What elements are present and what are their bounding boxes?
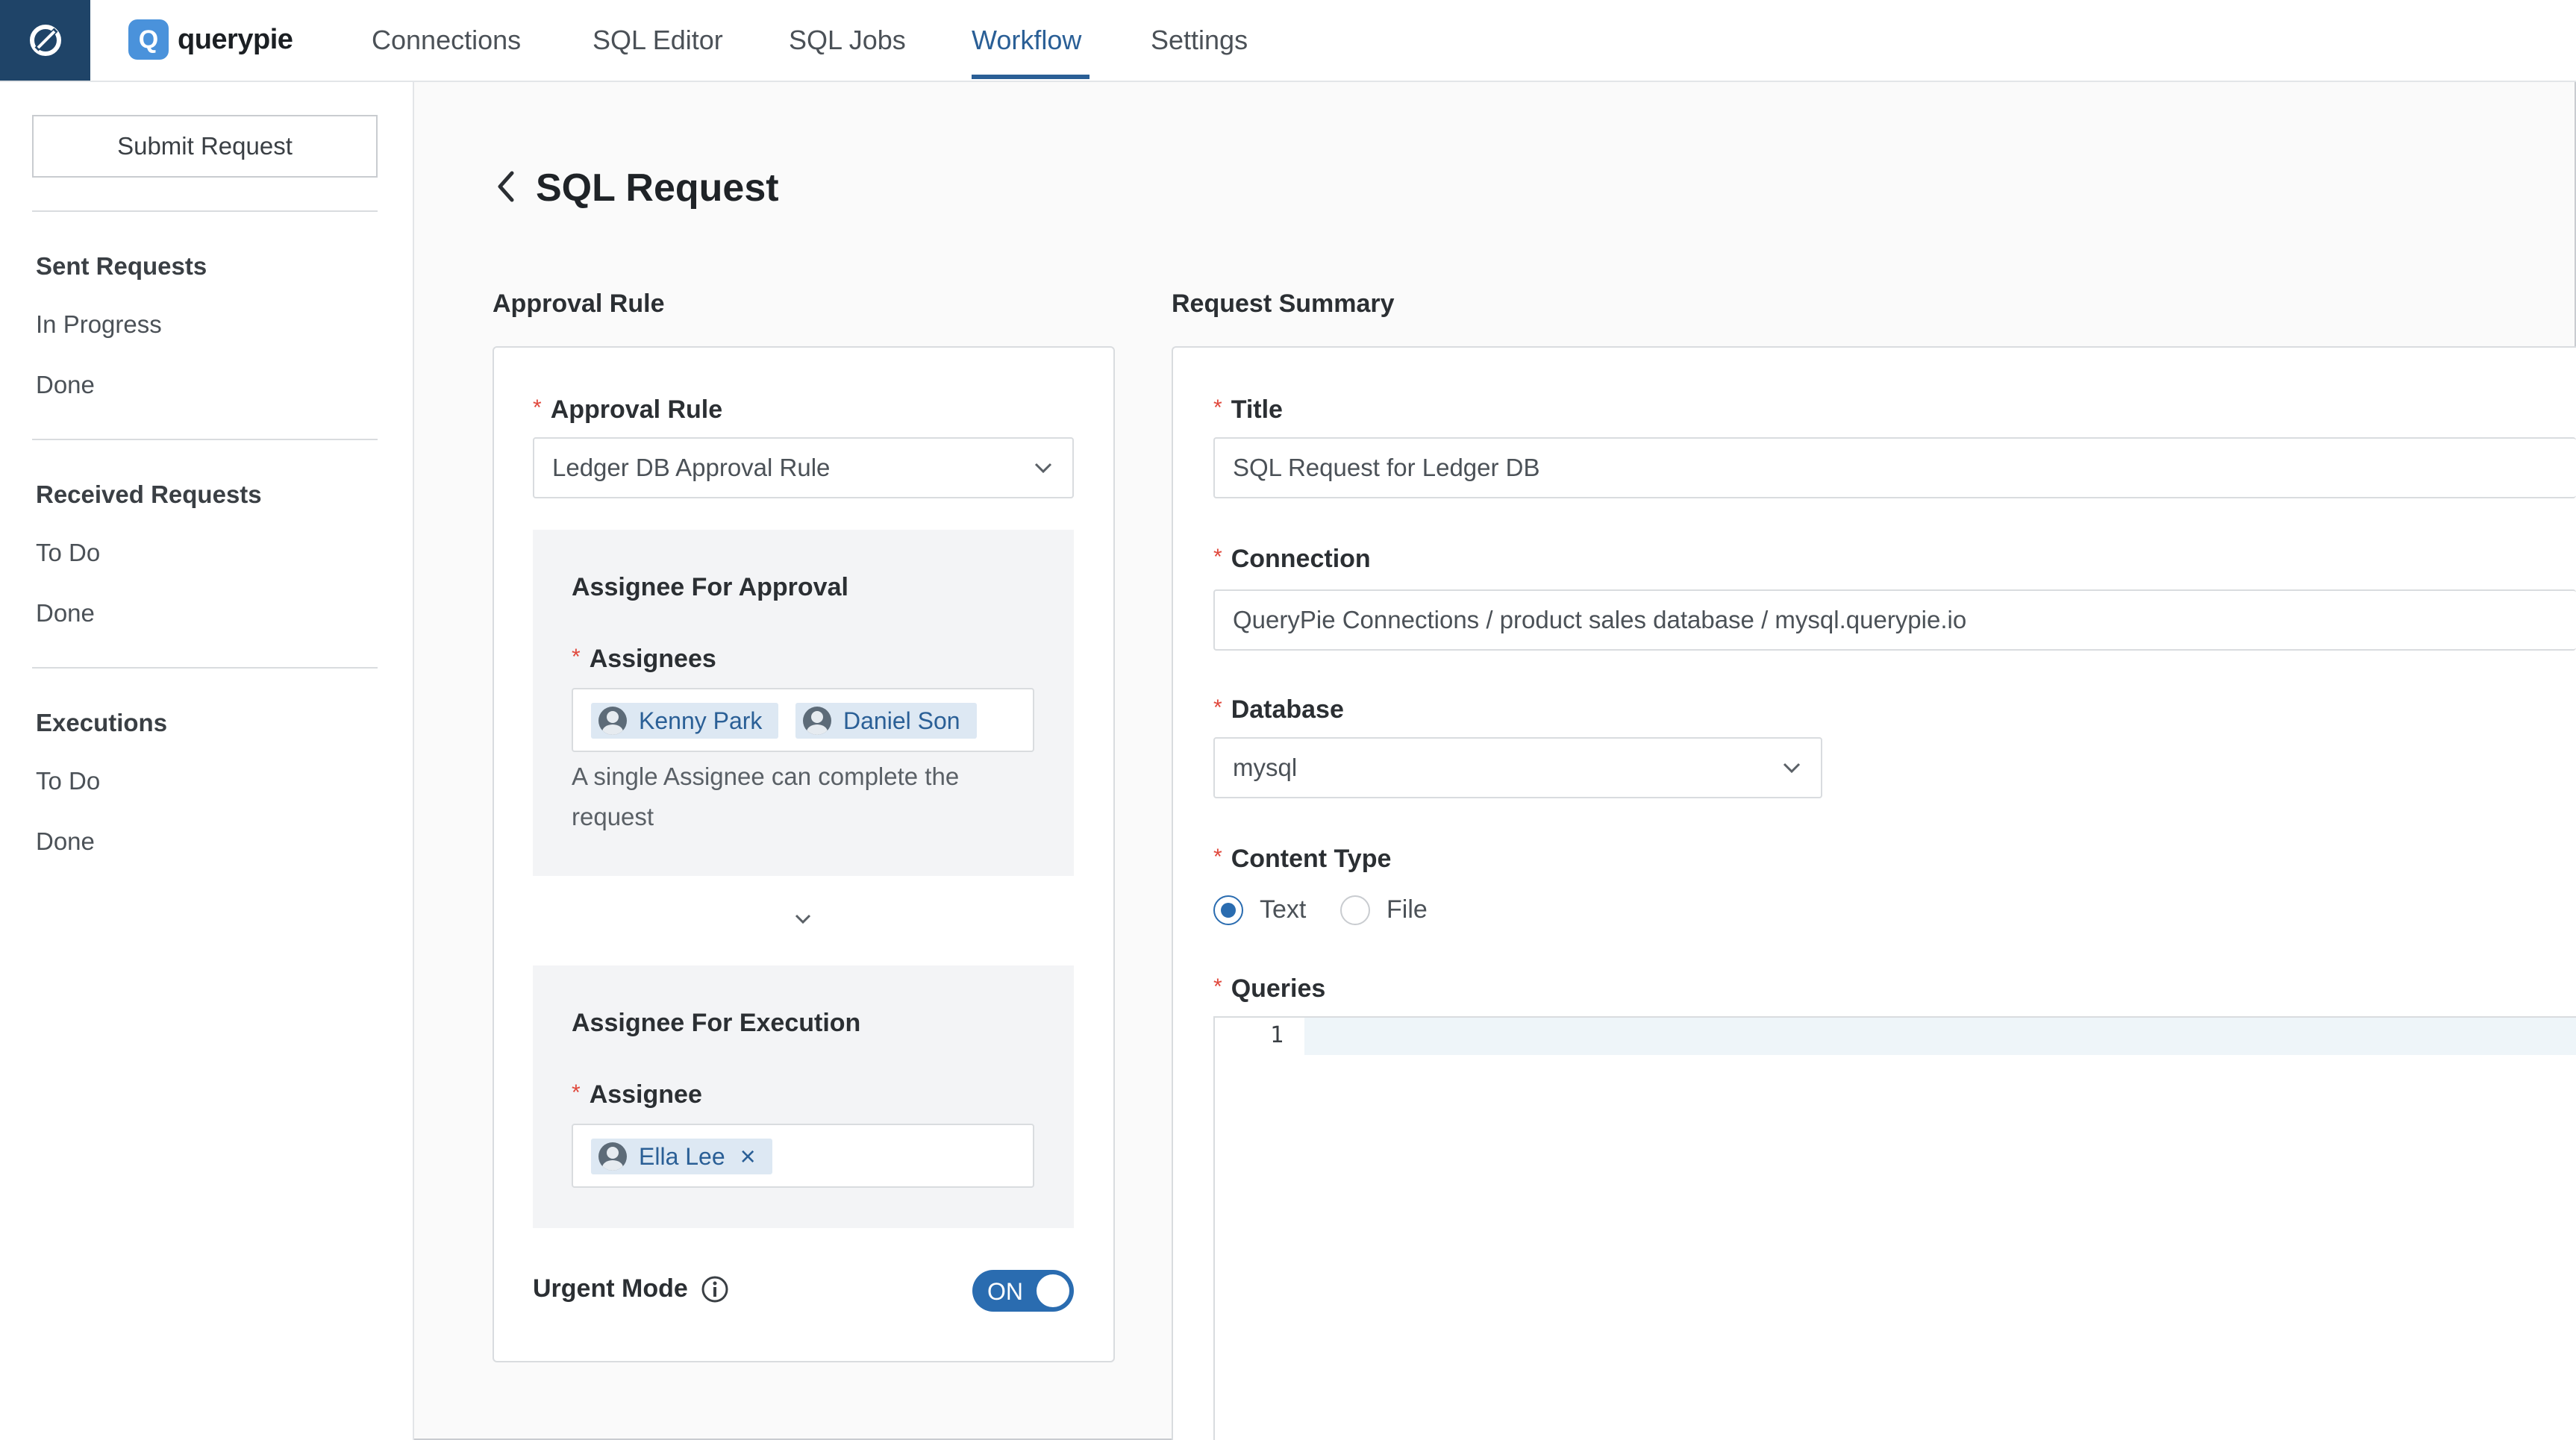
avatar-icon [598, 1142, 627, 1171]
database-label: * Database [1213, 695, 1344, 724]
workflow-sidebar: Submit Request Sent Requests In Progress… [0, 82, 414, 1440]
title-input[interactable]: SQL Request for Ledger DB [1213, 437, 2576, 498]
logo-badge-icon: Q [128, 19, 169, 60]
execution-panel-title: Assignee For Execution [572, 1009, 861, 1037]
nav-workflow[interactable]: Workflow [972, 0, 1081, 81]
assignees-field[interactable]: Kenny Park Daniel Son [572, 688, 1034, 752]
nav-sql-editor[interactable]: SQL Editor [593, 0, 723, 81]
assignee-name: Ella Lee [639, 1142, 725, 1170]
approval-rule-label-text: Approval Rule [550, 395, 723, 424]
nav-connections[interactable]: Connections [372, 0, 521, 81]
chevron-down-icon [793, 909, 813, 933]
avatar-icon [803, 707, 831, 735]
assignee-help-text: A single Assignee can complete the reque… [572, 757, 959, 837]
sidebar-item-received-to-do[interactable]: To Do [36, 539, 100, 567]
approval-rule-label: * Approval Rule [533, 395, 722, 425]
queries-label-text: Queries [1231, 974, 1326, 1003]
sent-requests-heading: Sent Requests [36, 252, 207, 280]
content-type-text-label[interactable]: Text [1260, 895, 1306, 924]
database-label-text: Database [1231, 695, 1344, 724]
content-type-file-label[interactable]: File [1387, 895, 1428, 924]
content-type-label-text: Content Type [1231, 845, 1392, 873]
connection-label: * Connection [1213, 545, 1371, 574]
assignee-label-text: Assignee [589, 1080, 702, 1109]
app-switcher-icon[interactable] [0, 0, 90, 81]
sidebar-item-executions-to-do[interactable]: To Do [36, 767, 100, 795]
urgent-mode-label: Urgent Mode [533, 1274, 688, 1303]
content-type-text-radio[interactable] [1213, 895, 1243, 925]
title-label: * Title [1213, 395, 1283, 425]
assignee-tag[interactable]: Kenny Park [591, 703, 779, 739]
line-number: 1 [1270, 1022, 1284, 1048]
page-title: SQL Request [536, 166, 779, 210]
connection-input[interactable]: QueryPie Connections / product sales dat… [1213, 589, 2576, 651]
approval-rule-selected-value: Ledger DB Approval Rule [552, 454, 831, 481]
sidebar-divider [32, 210, 378, 212]
required-marker: * [572, 1080, 581, 1105]
database-selected-value: mysql [1233, 754, 1298, 781]
title-input-value: SQL Request for Ledger DB [1233, 454, 1540, 481]
request-summary-section-label: Request Summary [1172, 289, 1395, 318]
chevron-down-icon [1781, 757, 1803, 785]
approval-rule-select[interactable]: Ledger DB Approval Rule [533, 437, 1074, 498]
content-type-label: * Content Type [1213, 845, 1391, 874]
content-type-file-radio[interactable] [1340, 895, 1370, 925]
remove-tag-icon[interactable]: × [740, 1141, 756, 1172]
queries-label: * Queries [1213, 974, 1325, 1004]
toggle-state-text: ON [987, 1278, 1023, 1305]
execution-assignee-field[interactable]: Ella Lee × [572, 1124, 1034, 1188]
assignees-label: * Assignees [572, 645, 716, 674]
approval-panel-title: Assignee For Approval [572, 573, 848, 601]
title-label-text: Title [1231, 395, 1283, 424]
active-line-highlight [1304, 1018, 2576, 1055]
submit-request-button[interactable]: Submit Request [32, 115, 378, 178]
approval-rule-section-label: Approval Rule [493, 289, 665, 318]
sidebar-item-received-done[interactable]: Done [36, 599, 95, 627]
help-text-line: request [572, 803, 654, 830]
nav-settings[interactable]: Settings [1151, 0, 1248, 81]
page-header: SQL Request [493, 166, 779, 210]
received-requests-heading: Received Requests [36, 480, 262, 508]
required-marker: * [533, 395, 542, 420]
urgent-mode-toggle[interactable]: ON [972, 1270, 1074, 1312]
required-marker: * [1213, 974, 1222, 999]
connection-input-value: QueryPie Connections / product sales dat… [1233, 606, 1967, 633]
connection-label-text: Connection [1231, 545, 1371, 573]
assignee-label: * Assignee [572, 1080, 702, 1109]
queries-editor[interactable]: 1 [1213, 1016, 2576, 1440]
assignees-label-text: Assignees [589, 645, 716, 673]
querypie-logo[interactable]: Q querypie [128, 19, 293, 60]
required-marker: * [1213, 695, 1222, 720]
back-chevron-icon[interactable] [493, 169, 519, 208]
sidebar-divider [32, 667, 378, 669]
sidebar-item-sent-in-progress[interactable]: In Progress [36, 310, 162, 339]
database-select[interactable]: mysql [1213, 737, 1822, 798]
nav-sql-jobs[interactable]: SQL Jobs [789, 0, 906, 81]
chevron-down-icon [1032, 457, 1054, 485]
executions-heading: Executions [36, 709, 168, 736]
required-marker: * [1213, 845, 1222, 869]
toggle-knob [1037, 1274, 1069, 1307]
required-marker: * [1213, 545, 1222, 569]
assignee-name: Daniel Son [843, 707, 960, 734]
help-text-line: A single Assignee can complete the [572, 763, 960, 790]
required-marker: * [1213, 395, 1222, 420]
top-navigation-bar: Q querypie Connections SQL Editor SQL Jo… [0, 0, 2576, 82]
assignee-tag[interactable]: Daniel Son [795, 703, 977, 739]
assignee-name: Kenny Park [639, 707, 763, 734]
info-icon[interactable] [700, 1274, 730, 1308]
avatar-icon [598, 707, 627, 735]
required-marker: * [572, 645, 581, 669]
sidebar-item-sent-done[interactable]: Done [36, 371, 95, 399]
logo-text: querypie [178, 23, 293, 55]
sidebar-divider [32, 439, 378, 440]
nav-active-indicator [972, 75, 1090, 79]
sidebar-item-executions-done[interactable]: Done [36, 827, 95, 856]
assignee-tag[interactable]: Ella Lee × [591, 1139, 772, 1174]
